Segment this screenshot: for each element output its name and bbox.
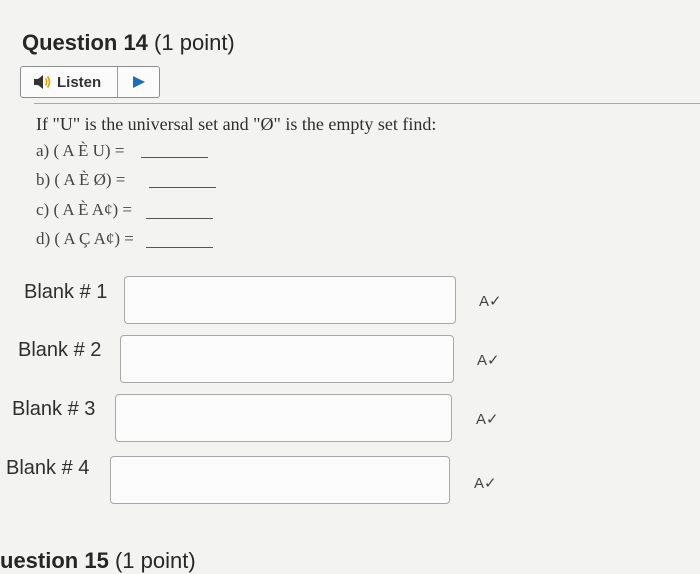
sub-question-d: d) ( A Ç A¢) = <box>36 229 134 248</box>
spellcheck-icon[interactable]: A✓ <box>477 351 500 369</box>
spellcheck-icon[interactable]: A✓ <box>476 410 499 428</box>
sub-question-b: b) ( A È Ø) = <box>36 170 126 189</box>
answer-line-c <box>146 218 213 219</box>
blank-2-label: Blank # 2 <box>18 339 102 361</box>
spellcheck-icon[interactable]: A✓ <box>474 474 497 492</box>
listen-label: Listen <box>57 73 102 91</box>
question-prompt: If "U" is the universal set and "Ø" is t… <box>36 114 437 134</box>
blank-3-label: Blank # 3 <box>12 398 96 420</box>
listen-button[interactable]: Listen <box>20 66 160 98</box>
answer-line-b <box>149 187 216 188</box>
question-divider <box>34 103 700 104</box>
spellcheck-icon[interactable]: A✓ <box>479 292 502 310</box>
question-number: Question 14 <box>22 30 148 55</box>
next-question-number: uestion 15 <box>0 548 109 573</box>
question-title: Question 14 (1 point) <box>22 30 235 56</box>
play-icon[interactable] <box>132 75 146 94</box>
blank-2-input[interactable] <box>120 335 454 383</box>
blank-4-label: Blank # 4 <box>6 457 90 479</box>
answer-line-d <box>146 247 213 248</box>
sub-question-a: a) ( A È U) = <box>36 141 125 160</box>
question-points: (1 point) <box>154 30 235 55</box>
answer-line-a <box>141 157 208 158</box>
next-question-points: (1 point) <box>114 548 196 573</box>
speaker-icon <box>33 74 53 90</box>
next-question-title: uestion 15 (1 point) <box>0 548 196 574</box>
blank-1-input[interactable] <box>124 276 456 324</box>
sub-question-c: c) ( A È A¢) = <box>36 200 132 219</box>
blank-3-input[interactable] <box>115 394 452 442</box>
listen-divider <box>117 67 118 97</box>
blank-1-label: Blank # 1 <box>24 281 108 303</box>
blank-4-input[interactable] <box>110 456 450 504</box>
